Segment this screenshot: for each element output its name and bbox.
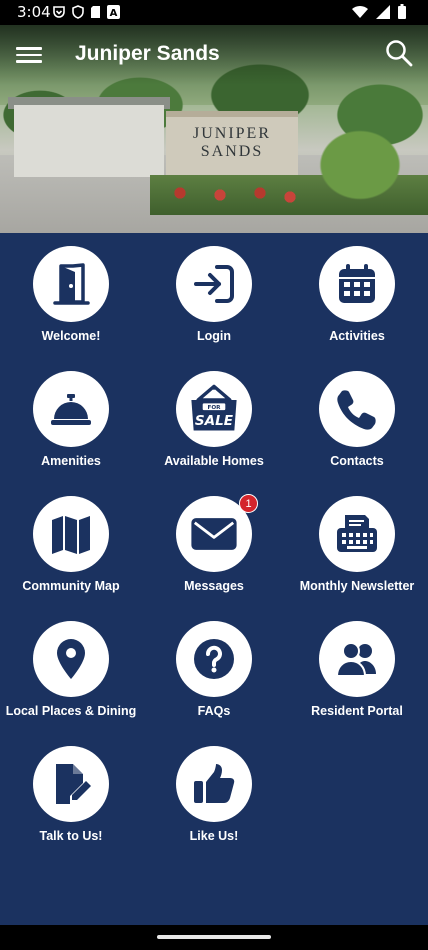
sign-big-text: SALE [195, 413, 234, 429]
tile-like-us[interactable]: Like Us! [143, 733, 285, 853]
tile-icon-circle [176, 621, 252, 697]
tile-login[interactable]: Login [143, 233, 285, 353]
file-edit-icon [56, 764, 91, 804]
menu-button[interactable] [16, 44, 42, 64]
phone-icon [337, 390, 376, 430]
font-a-icon: A [107, 5, 120, 19]
tile-label: Amenities [41, 454, 101, 468]
question-icon [194, 639, 234, 679]
map-icon [52, 516, 90, 554]
tile-label: Talk to Us! [39, 829, 103, 843]
tile-icon-circle [33, 746, 109, 822]
tile-label: FAQs [197, 704, 231, 718]
tile-local-places-dining[interactable]: Local Places & Dining [0, 608, 142, 728]
door-open-icon [53, 263, 90, 305]
tile-activities[interactable]: Activities [286, 233, 428, 353]
tile-label: Welcome! [41, 329, 101, 343]
tile-label: Community Map [22, 579, 120, 593]
tile-label: Like Us! [189, 829, 239, 843]
tile-label: Resident Portal [311, 704, 403, 718]
tile-label: Activities [329, 329, 385, 343]
concierge-bell-icon [51, 394, 91, 425]
tile-label: Monthly Newsletter [299, 579, 415, 593]
tile-community-map[interactable]: Community Map [0, 483, 142, 603]
status-right-icons [352, 4, 406, 19]
tile-contacts[interactable]: Contacts [286, 358, 428, 478]
sd-card-icon [91, 6, 100, 18]
hero-sign-line2: SANDS [200, 143, 264, 160]
tile-messages[interactable]: 1 Messages [143, 483, 285, 603]
users-icon [335, 642, 376, 677]
tile-icon-circle [33, 496, 109, 572]
tile-amenities[interactable]: Amenities [0, 358, 142, 478]
map-pin-icon [57, 639, 85, 679]
tile-monthly-newsletter[interactable]: Monthly Newsletter [286, 483, 428, 603]
system-nav-bar [0, 925, 428, 950]
tile-icon-circle [176, 746, 252, 822]
tile-icon-circle [33, 371, 109, 447]
hamburger-menu-icon [16, 47, 42, 50]
search-icon [386, 40, 413, 67]
signal-icon [376, 4, 390, 19]
tile-label: Local Places & Dining [5, 704, 137, 718]
tile-icon-circle [33, 246, 109, 322]
wifi-icon [352, 5, 368, 18]
tile-icon-circle [33, 621, 109, 697]
app-title: Juniper Sands [75, 42, 220, 65]
tile-label: Messages [184, 579, 244, 593]
unread-badge: 1 [239, 494, 258, 513]
tile-faqs[interactable]: FAQs [143, 608, 285, 728]
status-bar: 3:04 A [0, 0, 428, 25]
tile-icon-circle [319, 621, 395, 697]
menu-grid: Welcome! Login Activities Amenities FOR … [0, 233, 428, 925]
typewriter-icon [337, 515, 377, 552]
tile-label: Login [196, 329, 231, 343]
thumbs-up-icon [194, 764, 235, 803]
battery-icon [398, 4, 406, 19]
tile-label: Contacts [330, 454, 384, 468]
tile-welcome[interactable]: Welcome! [0, 233, 142, 353]
svg-text:A: A [110, 8, 118, 19]
envelope-icon [191, 518, 237, 550]
search-button[interactable] [384, 38, 414, 68]
tile-icon-circle [319, 246, 395, 322]
tile-icon-circle: FOR SALE [176, 371, 252, 447]
hero-palm [290, 95, 428, 233]
tile-available-homes[interactable]: FOR SALE Available Homes [143, 358, 285, 478]
calendar-icon [339, 264, 375, 303]
status-left-icons: A [52, 5, 120, 19]
hero-house [14, 105, 164, 177]
pocket-icon [53, 6, 65, 18]
home-gesture-pill[interactable] [157, 935, 271, 939]
sign-small-text: FOR [208, 405, 222, 411]
shield-icon [72, 5, 84, 19]
tile-label: Available Homes [164, 454, 264, 468]
tile-resident-portal[interactable]: Resident Portal [286, 608, 428, 728]
tile-icon-circle [176, 246, 252, 322]
for-sale-sign-icon: FOR SALE [191, 384, 237, 431]
hero-sign-text: JUNIPER SANDS [166, 125, 298, 161]
hero-sign-line1: JUNIPER [192, 125, 271, 142]
sign-in-icon [194, 265, 234, 303]
tile-icon-circle [319, 371, 395, 447]
tile-icon-circle [319, 496, 395, 572]
status-time: 3:04 [17, 3, 51, 21]
tile-talk-to-us[interactable]: Talk to Us! [0, 733, 142, 853]
